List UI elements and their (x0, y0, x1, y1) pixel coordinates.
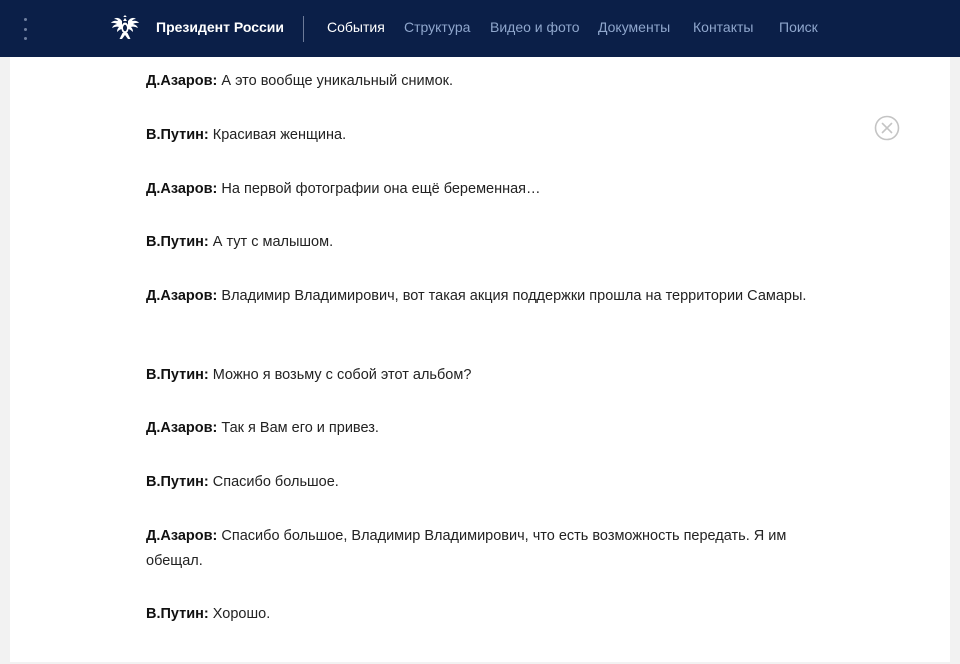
double-headed-eagle-icon[interactable] (109, 12, 141, 44)
transcript-line: Д.Азаров: Владимир Владимирович, вот так… (146, 284, 826, 309)
transcript-line: В.Путин: А тут с малышом. (146, 230, 826, 255)
speaker-name: В.Путин: (146, 474, 209, 490)
nav-documents[interactable]: Документы (598, 19, 670, 35)
transcript-panel: Д.Азаров: А это вообще уникальный снимок… (10, 57, 950, 662)
nav-video-photo[interactable]: Видео и фото (490, 19, 580, 35)
speaker-name: В.Путин: (146, 606, 209, 622)
transcript-line: В.Путин: Хорошо. (146, 602, 826, 627)
nav-search[interactable]: Поиск (779, 19, 818, 35)
speech-text: Красивая женщина. (212, 127, 347, 143)
speaker-name: В.Путин: (146, 127, 209, 143)
transcript-line: Д.Азаров: Спасибо большое, Владимир Влад… (146, 524, 826, 574)
speaker-name: В.Путин: (146, 367, 209, 383)
speaker-name: В.Путин: (146, 234, 209, 250)
header-divider (303, 16, 304, 42)
nav-structure[interactable]: Структура (404, 19, 470, 35)
speaker-name: Д.Азаров: (146, 528, 218, 544)
transcript-line: Д.Азаров: А это вообще уникальный снимок… (146, 69, 826, 94)
speech-text: На первой фотографии она ещё беременная… (221, 181, 541, 197)
nav-contacts[interactable]: Контакты (693, 19, 753, 35)
speaker-name: Д.Азаров: (146, 181, 218, 197)
speech-text: Так я Вам его и привез. (221, 420, 379, 436)
menu-dots-icon[interactable] (22, 18, 28, 40)
speech-text: Спасибо большое, Владимир Владимирович, … (146, 528, 787, 569)
close-icon[interactable] (874, 115, 900, 141)
speech-text: Спасибо большое. (212, 474, 339, 490)
transcript-line: В.Путин: Красивая женщина. (146, 123, 826, 148)
speech-text: А это вообще уникальный снимок. (221, 73, 454, 89)
speaker-name: Д.Азаров: (146, 73, 218, 89)
transcript-line: Д.Азаров: На первой фотографии она ещё б… (146, 177, 826, 202)
transcript-line: В.Путин: Спасибо большое. (146, 470, 826, 495)
speaker-name: Д.Азаров: (146, 420, 218, 436)
transcript-line: В.Путин: Можно я возьму с собой этот аль… (146, 363, 826, 388)
speech-text: Хорошо. (212, 606, 271, 622)
speech-text: А тут с малышом. (212, 234, 334, 250)
site-header: Президент России События Структура Видео… (0, 0, 960, 57)
transcript-line: Д.Азаров: Так я Вам его и привез. (146, 416, 826, 441)
speech-text: Можно я возьму с собой этот альбом? (212, 367, 472, 383)
speaker-name: Д.Азаров: (146, 288, 218, 304)
nav-events[interactable]: События (327, 19, 385, 35)
speech-text: Владимир Владимирович, вот такая акция п… (221, 288, 807, 304)
site-title[interactable]: Президент России (156, 19, 284, 35)
